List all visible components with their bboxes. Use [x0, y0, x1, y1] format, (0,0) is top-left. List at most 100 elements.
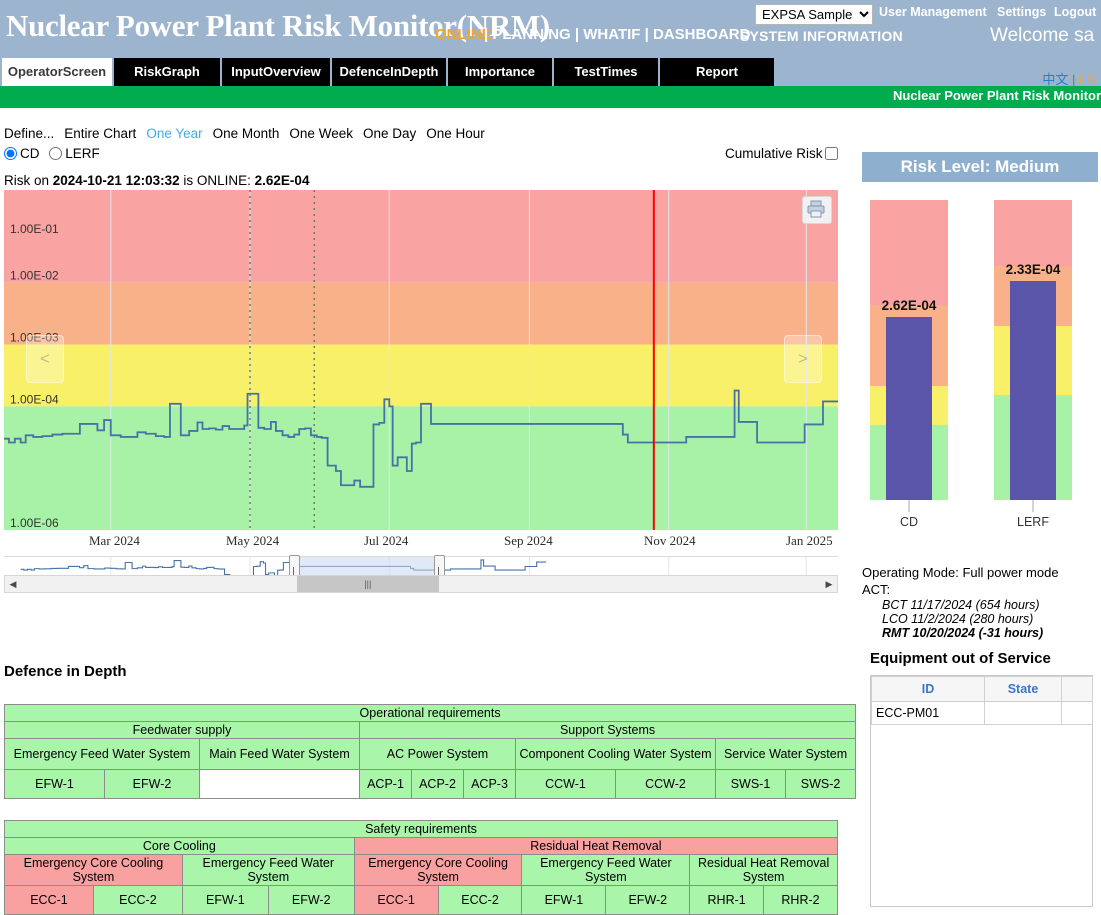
system-cell[interactable]: Main Feed Water System [200, 739, 360, 770]
scroll-thumb[interactable]: ||| [297, 576, 439, 592]
tab-report[interactable]: Report [660, 58, 774, 86]
equipment-out-of-service-table[interactable]: IDStateECC-PM01 [871, 676, 1093, 725]
table-row: Emergency Core Cooling SystemEmergency F… [5, 855, 838, 886]
eos-column-header[interactable]: State [985, 677, 1062, 702]
train-cell[interactable]: ACP-1 [360, 770, 412, 799]
tab-label: DefenceInDepth [340, 64, 439, 79]
risk-value: 2.62E-04 [255, 173, 310, 188]
train-cell[interactable]: RHR-1 [690, 886, 764, 915]
system-cell[interactable]: AC Power System [360, 739, 516, 770]
risk-middle: is ONLINE: [180, 173, 255, 188]
risk-bar-value-cd: 2.62E-04 [882, 298, 937, 313]
nav-links-group[interactable]: | PLANNING | WHATIF | DASHBOARD [484, 26, 750, 43]
print-icon[interactable] [802, 196, 832, 224]
time-range-one-year[interactable]: One Year [146, 126, 202, 141]
train-cell[interactable]: ACP-3 [464, 770, 516, 799]
act-line-rmt: RMT 10/20/2024 (-31 hours) [882, 626, 1043, 640]
risk-bar-label-lerf: LERF [1017, 515, 1049, 529]
user-management-link[interactable]: User Management [879, 5, 987, 19]
train-cell[interactable]: ECC-1 [354, 886, 438, 915]
tab-testtimes[interactable]: TestTimes [554, 58, 658, 86]
table-row: EFW-1EFW-2 ACP-1ACP-2ACP-3CCW-1CCW-2SWS-1… [5, 770, 856, 799]
chart-x-axis: Mar 2024May 2024Jul 2024Sep 2024Nov 2024… [4, 530, 838, 554]
horizontal-scrollbar[interactable]: ◀ ▶ ||| [4, 575, 838, 593]
risk-scale-band [994, 200, 1072, 266]
train-cell[interactable]: CCW-1 [516, 770, 616, 799]
metric-radio-cd[interactable]: CD [4, 146, 40, 161]
time-range-one-hour[interactable]: One Hour [426, 126, 485, 141]
train-cell[interactable]: EFW-2 [105, 770, 200, 799]
system-cell[interactable]: Emergency Feed Water System [182, 855, 354, 886]
table-header-row: IDState [872, 677, 1093, 702]
nav-link-system-information[interactable]: SYSTEM INFORMATION [740, 28, 903, 44]
lang-separator: | [1068, 72, 1079, 87]
metric-radio-cd-input[interactable] [4, 147, 17, 160]
chart-next-arrow[interactable]: > [784, 335, 822, 383]
train-cell[interactable]: ECC-2 [93, 886, 182, 915]
logout-link[interactable]: Logout [1054, 5, 1096, 19]
train-cell[interactable]: ACP-2 [412, 770, 464, 799]
eos-cell[interactable] [985, 702, 1062, 725]
eos-column-header[interactable]: ID [872, 677, 985, 702]
requirement-group: Feedwater supply [5, 722, 360, 739]
risk-bar-label-cd: CD [900, 515, 918, 529]
app-header: Nuclear Power Plant Risk Monitor(NRM) ON… [0, 0, 1101, 86]
train-cell[interactable]: ECC-1 [5, 886, 94, 915]
time-range-entire-chart[interactable]: Entire Chart [64, 126, 136, 141]
system-cell[interactable]: Emergency Feed Water System [5, 739, 200, 770]
status-banner-text: Nuclear Power Plant Risk Monitor [893, 88, 1101, 103]
tab-inputoverview[interactable]: InputOverview [222, 58, 330, 86]
system-cell[interactable]: Emergency Core Cooling System [354, 855, 522, 886]
time-range-one-month[interactable]: One Month [213, 126, 280, 141]
plant-select[interactable]: EXPSA Sample [755, 4, 873, 25]
system-cell[interactable]: Residual Heat Removal System [690, 855, 838, 886]
train-cell[interactable]: EFW-1 [5, 770, 105, 799]
chart-prev-arrow[interactable]: < [26, 335, 64, 383]
tab-riskgraph[interactable]: RiskGraph [114, 58, 220, 86]
defence-in-depth-title: Defence in Depth [4, 663, 127, 680]
settings-link[interactable]: Settings [997, 5, 1046, 19]
tab-label: Importance [465, 64, 535, 79]
scroll-left-button[interactable]: ◀ [5, 576, 21, 592]
scroll-right-button[interactable]: ▶ [821, 576, 837, 592]
train-cell[interactable]: CCW-2 [616, 770, 716, 799]
eos-cell[interactable]: ECC-PM01 [872, 702, 985, 725]
current-risk-statement: Risk on 2024-10-21 12:03:32 is ONLINE: 2… [4, 173, 309, 188]
chart-y-tick-label: 1.00E-04 [10, 392, 59, 406]
train-cell[interactable]: SWS-1 [716, 770, 786, 799]
lang-zh-link[interactable]: 中文 [1042, 72, 1068, 87]
risk-scale-band [870, 200, 948, 305]
system-cell[interactable]: Component Cooling Water System [516, 739, 716, 770]
tab-defenceindepth[interactable]: DefenceInDepth [332, 58, 446, 86]
table-row: Operational requirements [5, 705, 856, 722]
risk-bar-lerf [1010, 281, 1056, 500]
eos-cell-spacer [1062, 702, 1093, 725]
risk-trend-chart[interactable]: 1.00E-011.00E-021.00E-031.00E-041.00E-06… [4, 190, 838, 530]
table-row: Feedwater supplySupport Systems [5, 722, 856, 739]
train-cell[interactable]: SWS-2 [786, 770, 856, 799]
train-cell[interactable]: EFW-2 [268, 886, 354, 915]
table-row[interactable]: ECC-PM01 [872, 702, 1093, 725]
tab-operatorscreen[interactable]: OperatorScreen [2, 58, 112, 86]
train-cell[interactable]: EFW-1 [522, 886, 606, 915]
act-label: ACT: [862, 582, 890, 597]
system-cell[interactable]: Service Water System [716, 739, 856, 770]
time-range-one-week[interactable]: One Week [289, 126, 353, 141]
welcome-text: Welcome sa [990, 25, 1094, 47]
train-cell[interactable]: ECC-2 [438, 886, 522, 915]
system-cell[interactable]: Emergency Feed Water System [522, 855, 690, 886]
train-cell[interactable] [200, 770, 360, 799]
tab-importance[interactable]: Importance [448, 58, 552, 86]
train-cell[interactable]: EFW-2 [606, 886, 690, 915]
time-range-one-day[interactable]: One Day [363, 126, 416, 141]
metric-radio-lerf-input[interactable] [49, 147, 62, 160]
lang-en-link[interactable]: EN [1079, 72, 1097, 87]
system-cell[interactable]: Emergency Core Cooling System [5, 855, 183, 886]
train-cell[interactable]: RHR-2 [764, 886, 838, 915]
train-cell[interactable]: EFW-1 [182, 886, 268, 915]
cumulative-risk-checkbox[interactable] [825, 147, 838, 160]
cumulative-risk-toggle[interactable]: Cumulative Risk [725, 146, 838, 161]
metric-radio-lerf[interactable]: LERF [49, 146, 100, 161]
time-range-define[interactable]: Define... [4, 126, 54, 141]
language-switcher: 中文 | EN [1042, 69, 1097, 88]
